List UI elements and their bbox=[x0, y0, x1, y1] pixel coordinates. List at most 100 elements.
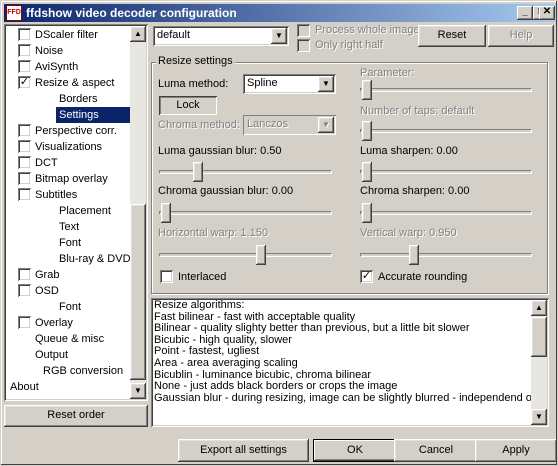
tree-item[interactable]: Overlay bbox=[32, 315, 76, 331]
tree-item-label: Text bbox=[59, 221, 80, 233]
luma-sharpen-slider[interactable] bbox=[360, 162, 532, 182]
chevron-down-icon: ▼ bbox=[318, 117, 334, 133]
tree-item-checkbox[interactable] bbox=[18, 124, 31, 137]
tree-item[interactable]: RGB conversion bbox=[40, 363, 126, 379]
scroll-down-icon[interactable]: ▼ bbox=[531, 409, 547, 425]
tree-item[interactable]: Perspective corr. bbox=[32, 123, 120, 139]
tree-item[interactable]: OSD bbox=[32, 283, 62, 299]
tree-item-checkbox[interactable] bbox=[18, 188, 31, 201]
chevron-down-icon[interactable]: ▼ bbox=[318, 76, 334, 92]
resize-settings-title: Resize settings bbox=[156, 55, 235, 67]
tree-item[interactable]: Font bbox=[56, 299, 84, 315]
memo-line: Area - area averaging scaling bbox=[154, 356, 298, 369]
tree-item[interactable]: Text bbox=[56, 219, 82, 235]
tree-item-checkbox[interactable] bbox=[18, 156, 31, 169]
tree-item[interactable]: Noise bbox=[32, 43, 66, 59]
tree-item-checkbox[interactable] bbox=[18, 44, 31, 57]
chroma-method-label: Chroma method: bbox=[158, 119, 240, 131]
slider-thumb[interactable] bbox=[362, 203, 372, 223]
cancel-button[interactable]: Cancel bbox=[394, 439, 478, 462]
luma-sharpen-label: Luma sharpen: 0.00 bbox=[360, 145, 458, 157]
taps-slider[interactable] bbox=[360, 121, 532, 141]
slider-track bbox=[360, 170, 532, 174]
apply-button[interactable]: Apply bbox=[475, 439, 557, 462]
lock-button[interactable]: Lock bbox=[159, 96, 217, 115]
reset-order-button[interactable]: Reset order bbox=[4, 405, 148, 427]
slider-thumb[interactable] bbox=[256, 245, 266, 265]
scroll-down-icon[interactable]: ▼ bbox=[130, 383, 146, 399]
preset-value: default bbox=[157, 29, 191, 41]
only-right-half-checkbox bbox=[297, 39, 310, 52]
tree-item-checkbox[interactable] bbox=[18, 28, 31, 41]
scroll-up-icon[interactable]: ▲ bbox=[130, 26, 146, 42]
luma-blur-label: Luma gaussian blur: 0.50 bbox=[158, 145, 282, 157]
accurate-rounding-checkbox[interactable]: ✓ bbox=[360, 270, 373, 283]
tree-item-label: Perspective corr. bbox=[35, 125, 117, 137]
tree-item-checkbox[interactable]: ✓ bbox=[18, 76, 31, 89]
tree-item[interactable]: Output bbox=[32, 347, 71, 363]
page-tree: DScaler filter Noise AviSynth ✓ Resize & asp… bbox=[4, 24, 148, 401]
ok-button[interactable]: OK bbox=[313, 439, 397, 462]
tree-item[interactable]: About bbox=[7, 379, 42, 395]
slider-thumb[interactable] bbox=[362, 121, 372, 141]
slider-track bbox=[159, 170, 332, 174]
tree-item[interactable]: Resize & aspect bbox=[32, 75, 117, 91]
tree-item[interactable]: DCT bbox=[32, 155, 61, 171]
only-right-half-label: Only right half bbox=[315, 39, 383, 51]
tree-item-checkbox[interactable] bbox=[18, 268, 31, 281]
tree-item-checkbox[interactable] bbox=[18, 60, 31, 73]
slider-thumb[interactable] bbox=[161, 203, 171, 223]
slider-thumb[interactable] bbox=[362, 80, 372, 100]
tree-item[interactable]: Blu-ray & DVD bbox=[56, 251, 134, 267]
tree-item[interactable]: Font bbox=[56, 235, 84, 251]
tree-item[interactable]: Grab bbox=[32, 267, 62, 283]
process-whole-image-label: Process whole image bbox=[315, 24, 420, 36]
tree-item[interactable]: Bitmap overlay bbox=[32, 171, 111, 187]
process-whole-image-checkbox bbox=[297, 24, 310, 37]
vertical-warp-slider[interactable] bbox=[360, 245, 532, 265]
export-all-settings-button[interactable]: Export all settings bbox=[178, 439, 309, 462]
slider-thumb[interactable] bbox=[193, 162, 203, 182]
tree-item[interactable]: Settings bbox=[56, 107, 130, 123]
tree-item[interactable]: DScaler filter bbox=[32, 27, 101, 43]
chevron-down-icon[interactable]: ▼ bbox=[271, 28, 287, 44]
interlaced-checkbox[interactable] bbox=[160, 270, 173, 283]
tree-item-label: AviSynth bbox=[35, 61, 79, 73]
description-memo[interactable]: Resize algorithms: Fast bilinear - fast … bbox=[151, 298, 549, 427]
luma-blur-slider[interactable] bbox=[159, 162, 332, 182]
chroma-blur-slider[interactable] bbox=[159, 203, 332, 223]
help-button: Help bbox=[488, 25, 554, 47]
tree-item[interactable]: Subtitles bbox=[32, 187, 80, 203]
scroll-thumb[interactable] bbox=[130, 204, 146, 380]
tree-item-label: Blu-ray & DVD bbox=[59, 253, 131, 265]
tree-item[interactable]: Placement bbox=[56, 203, 114, 219]
preset-select[interactable]: default ▼ bbox=[153, 26, 289, 46]
horizontal-warp-slider[interactable] bbox=[159, 245, 332, 265]
tree-scrollbar[interactable]: ▲ ▼ bbox=[130, 26, 146, 399]
luma-method-select[interactable]: Spline ▼ bbox=[243, 74, 336, 94]
parameter-slider[interactable] bbox=[360, 80, 532, 100]
slider-track bbox=[360, 88, 532, 92]
tree-item-checkbox[interactable] bbox=[18, 140, 31, 153]
horizontal-warp-label: Horizontal warp: 1.150 bbox=[158, 227, 269, 239]
tree-item-label: Grab bbox=[35, 269, 60, 281]
slider-thumb[interactable] bbox=[409, 245, 419, 265]
close-button[interactable]: ✕ bbox=[539, 6, 555, 20]
tree-item[interactable]: Queue & misc bbox=[32, 331, 107, 347]
reset-button[interactable]: Reset bbox=[418, 25, 486, 47]
tree-item-checkbox[interactable] bbox=[18, 284, 31, 297]
minimize-button[interactable]: _ bbox=[517, 6, 533, 20]
memo-scrollbar[interactable]: ▲ ▼ bbox=[531, 300, 547, 425]
tree-item[interactable]: AviSynth bbox=[32, 59, 81, 75]
slider-thumb[interactable] bbox=[362, 162, 372, 182]
memo-line: Gaussian blur - during resizing, image c… bbox=[154, 391, 531, 404]
tree-item[interactable]: Borders bbox=[56, 91, 101, 107]
tree-item-checkbox[interactable] bbox=[18, 316, 31, 329]
scroll-thumb[interactable] bbox=[531, 317, 547, 357]
slider-track bbox=[360, 253, 532, 257]
tree-item[interactable]: Visualizations bbox=[32, 139, 105, 155]
scroll-up-icon[interactable]: ▲ bbox=[531, 300, 547, 316]
title-bar[interactable]: FFD ffdshow video decoder configuration … bbox=[4, 4, 556, 22]
chroma-sharpen-slider[interactable] bbox=[360, 203, 532, 223]
tree-item-checkbox[interactable] bbox=[18, 172, 31, 185]
